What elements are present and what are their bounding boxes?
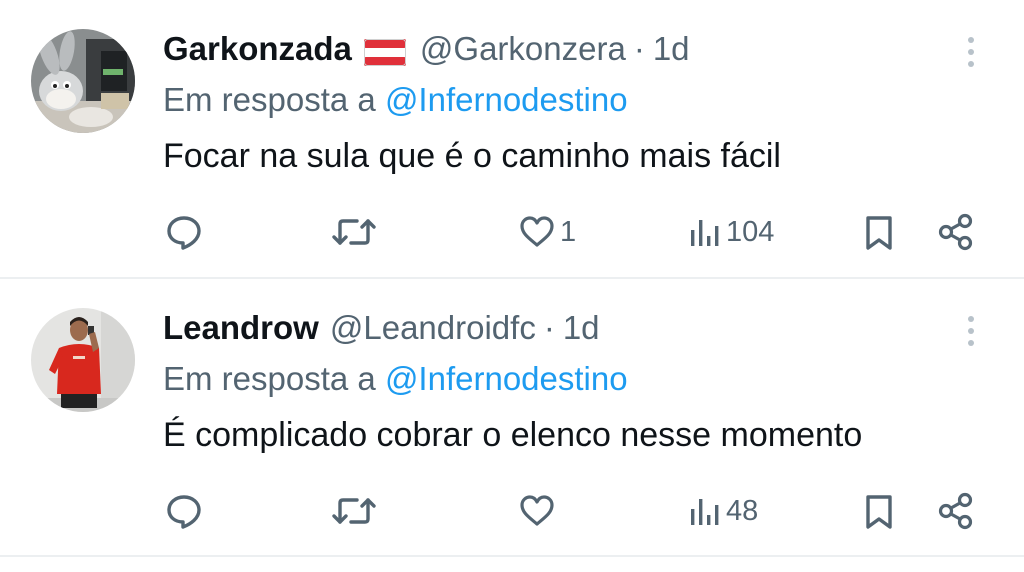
reply-prefix: Em resposta a	[163, 360, 376, 397]
bookmark-icon	[866, 216, 892, 250]
heart-icon	[520, 495, 554, 526]
reply-timeline: Garkonzada @Garkonzera · 1d Em resposta …	[0, 0, 1024, 572]
share-button[interactable]	[936, 486, 976, 536]
separator-dot: ·	[543, 309, 555, 346]
timestamp[interactable]: 1d	[563, 309, 600, 347]
reply-button[interactable]	[164, 207, 204, 257]
view-count: 48	[726, 494, 759, 527]
reply-icon	[167, 495, 201, 529]
avatar[interactable]	[31, 29, 135, 133]
views-icon	[691, 220, 719, 246]
user-handle[interactable]: @Leandroidfc	[330, 309, 536, 347]
retweet-icon	[332, 219, 376, 245]
display-name[interactable]: Garkonzada	[163, 30, 352, 68]
tweet[interactable]: Garkonzada @Garkonzera · 1d Em resposta …	[0, 0, 1024, 278]
avatar[interactable]	[31, 308, 135, 412]
reply-icon	[167, 216, 201, 250]
reply-prefix: Em resposta a	[163, 81, 376, 118]
like-button[interactable]: 1	[518, 207, 576, 257]
separator-dot: ·	[633, 30, 645, 67]
tweet-header: Garkonzada @Garkonzera · 1d	[163, 26, 690, 72]
share-icon	[938, 492, 973, 530]
retweet-button[interactable]	[331, 207, 377, 257]
share-icon	[938, 213, 973, 251]
bookmark-button[interactable]	[862, 486, 896, 536]
divider	[0, 555, 1024, 557]
reply-context: Em resposta a @Infernodestino	[163, 360, 628, 398]
bugs-bunny-avatar	[31, 29, 135, 133]
views-button[interactable]: 104	[688, 207, 774, 257]
view-count: 104	[726, 215, 775, 248]
retweet-icon	[332, 498, 376, 524]
reply-mention-link[interactable]: @Infernodestino	[385, 81, 628, 118]
tweet-header: Leandrow @Leandroidfc · 1d	[163, 305, 600, 351]
like-count: 1	[560, 215, 577, 248]
bookmark-button[interactable]	[862, 207, 896, 257]
timestamp[interactable]: 1d	[653, 30, 690, 68]
share-button[interactable]	[936, 207, 976, 257]
tweet-text: É complicado cobrar o elenco nesse momen…	[163, 416, 863, 454]
display-name[interactable]: Leandrow	[163, 309, 319, 347]
tweet[interactable]: Leandrow @Leandroidfc · 1d Em resposta a…	[0, 279, 1024, 555]
retweet-button[interactable]	[331, 486, 377, 536]
reply-button[interactable]	[164, 486, 204, 536]
views-icon	[691, 499, 719, 525]
more-icon[interactable]	[957, 312, 985, 350]
heart-icon	[520, 216, 554, 247]
reply-context: Em resposta a @Infernodestino	[163, 81, 628, 119]
views-button[interactable]: 48	[688, 486, 758, 536]
tweet-text: Focar na sula que é o caminho mais fácil	[163, 137, 781, 175]
more-icon[interactable]	[957, 33, 985, 71]
user-handle[interactable]: @Garkonzera	[420, 30, 626, 68]
reply-mention-link[interactable]: @Infernodestino	[385, 360, 628, 397]
like-button[interactable]	[518, 486, 560, 536]
man-red-jersey-avatar	[31, 308, 135, 412]
austria-flag-icon	[363, 36, 406, 66]
bookmark-icon	[866, 495, 892, 529]
